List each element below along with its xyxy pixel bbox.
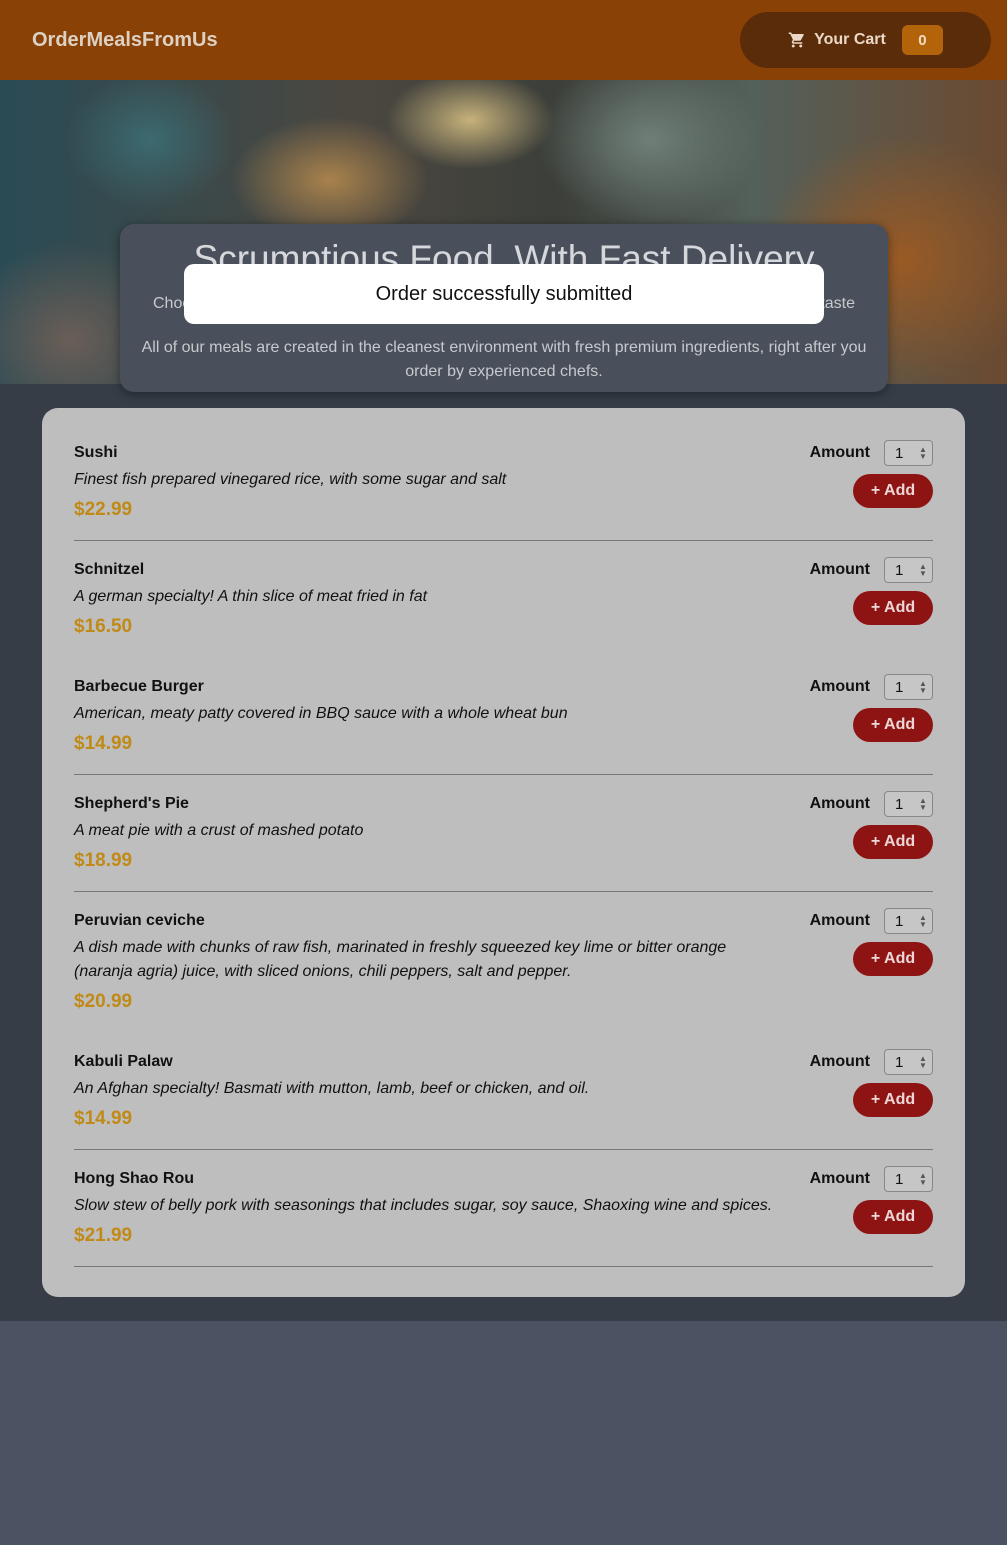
amount-row: Amount 1 ▲ ▼ [810,674,933,700]
amount-value: 1 [895,678,904,696]
meal-price: $21.99 [74,1225,133,1246]
meal-item: Hong Shao Rou Slow stew of belly pork wi… [74,1166,933,1267]
meal-name: Schnitzel [74,561,145,578]
meal-item: Peruvian ceviche A dish made with chunks… [74,908,933,1033]
meal-info: Shepherd's Pie A meat pie with a crust o… [74,791,363,875]
amount-row: Amount 1 ▲ ▼ [810,908,933,934]
add-to-cart-button[interactable]: + Add [853,708,933,742]
amount-value: 1 [895,1170,904,1188]
cart-button[interactable]: Your Cart 0 [740,12,991,68]
meals-list: Sushi Finest fish prepared vinegared ric… [42,408,965,1297]
cart-icon [788,32,804,48]
amount-input[interactable]: 1 ▲ ▼ [884,908,933,934]
meal-description: An Afghan specialty! Basmati with mutton… [74,1080,590,1097]
stepper-arrows-icon[interactable]: ▲ ▼ [917,914,929,929]
meal-add-form: Amount 1 ▲ ▼ + Add [793,557,933,642]
meal-item: Barbecue Burger American, meaty patty co… [74,674,933,775]
meal-info: Kabuli Palaw An Afghan specialty! Basmat… [74,1049,589,1133]
summary-text-2: All of our meals are created in the clea… [141,339,867,380]
amount-row: Amount 1 ▲ ▼ [810,791,933,817]
amount-label: Amount [809,444,870,461]
meal-name: Shepherd's Pie [74,795,189,812]
add-to-cart-button[interactable]: + Add [853,474,933,508]
stepper-arrows-icon[interactable]: ▲ ▼ [917,680,929,695]
meal-info: Schnitzel A german specialty! A thin sli… [74,557,427,642]
meal-name: Sushi [74,444,118,461]
meal-description: A dish made with chunks of raw fish, mar… [74,939,727,980]
meal-add-form: Amount 1 ▲ ▼ + Add [793,1166,933,1250]
stepper-arrows-icon[interactable]: ▲ ▼ [917,446,929,461]
add-to-cart-button[interactable]: + Add [853,825,933,859]
meal-add-form: Amount 1 ▲ ▼ + Add [793,908,933,1017]
summary-text-1-end: taste [820,295,855,312]
meal-info: Peruvian ceviche A dish made with chunks… [74,908,784,1017]
amount-row: Amount 1 ▲ ▼ [810,440,933,466]
stepper-arrows-icon[interactable]: ▲ ▼ [917,797,929,812]
amount-input[interactable]: 1 ▲ ▼ [884,791,933,817]
meal-description: Finest fish prepared vinegared rice, wit… [74,471,507,488]
amount-input[interactable]: 1 ▲ ▼ [884,557,933,583]
meal-price: $16.50 [74,616,133,637]
amount-value: 1 [895,561,904,579]
meal-info: Hong Shao Rou Slow stew of belly pork wi… [74,1166,772,1250]
amount-value: 1 [895,912,904,930]
amount-row: Amount 1 ▲ ▼ [810,1049,933,1075]
amount-value: 1 [895,1053,904,1071]
amount-value: 1 [895,444,904,462]
meal-price: $20.99 [74,991,133,1012]
toast-message: Order successfully submitted [375,282,633,305]
meal-info: Sushi Finest fish prepared vinegared ric… [74,440,506,524]
meal-price: $14.99 [74,733,133,754]
amount-label: Amount [809,678,870,695]
meal-name: Hong Shao Rou [74,1170,194,1187]
amount-row: Amount 1 ▲ ▼ [810,557,933,583]
add-to-cart-button[interactable]: + Add [853,1083,933,1117]
meal-add-form: Amount 1 ▲ ▼ + Add [793,1049,933,1133]
stepper-arrows-icon[interactable]: ▲ ▼ [917,563,929,578]
amount-row: Amount 1 ▲ ▼ [810,1166,933,1192]
meal-name: Barbecue Burger [74,678,204,695]
meal-price: $18.99 [74,850,133,871]
cart-count-badge: 0 [901,25,943,55]
meal-item: Shepherd's Pie A meat pie with a crust o… [74,791,933,892]
stepper-arrows-icon[interactable]: ▲ ▼ [917,1055,929,1070]
meal-item: Sushi Finest fish prepared vinegared ric… [74,440,933,541]
meal-item: Kabuli Palaw An Afghan specialty! Basmat… [74,1049,933,1150]
meal-add-form: Amount 1 ▲ ▼ + Add [793,791,933,875]
amount-label: Amount [809,561,870,578]
amount-label: Amount [809,795,870,812]
app-logo: OrderMealsFromUs [32,28,218,51]
meal-description: American, meaty patty covered in BBQ sau… [74,705,568,722]
amount-input[interactable]: 1 ▲ ▼ [884,440,933,466]
meal-price: $14.99 [74,1108,133,1129]
meal-description: A meat pie with a crust of mashed potato [74,822,364,839]
meal-description: A german specialty! A thin slice of meat… [74,588,428,605]
amount-input[interactable]: 1 ▲ ▼ [884,1049,933,1075]
amount-value: 1 [895,795,904,813]
amount-input[interactable]: 1 ▲ ▼ [884,1166,933,1192]
meal-name: Peruvian ceviche [74,912,205,929]
meal-info: Barbecue Burger American, meaty patty co… [74,674,568,758]
meal-add-form: Amount 1 ▲ ▼ + Add [793,674,933,758]
app-header: OrderMealsFromUs Your Cart 0 [0,0,1007,80]
add-to-cart-button[interactable]: + Add [853,1200,933,1234]
meal-item: Schnitzel A german specialty! A thin sli… [74,557,933,658]
amount-label: Amount [809,1053,870,1070]
amount-label: Amount [809,912,870,929]
amount-label: Amount [809,1170,870,1187]
cart-label: Your Cart [814,31,886,48]
amount-input[interactable]: 1 ▲ ▼ [884,674,933,700]
add-to-cart-button[interactable]: + Add [853,942,933,976]
meal-price: $22.99 [74,499,133,520]
add-to-cart-button[interactable]: + Add [853,591,933,625]
meal-add-form: Amount 1 ▲ ▼ + Add [793,440,933,524]
meal-description: Slow stew of belly pork with seasonings … [74,1197,773,1214]
meal-name: Kabuli Palaw [74,1053,173,1070]
order-success-toast: Order successfully submitted [184,264,824,324]
stepper-arrows-icon[interactable]: ▲ ▼ [917,1172,929,1187]
